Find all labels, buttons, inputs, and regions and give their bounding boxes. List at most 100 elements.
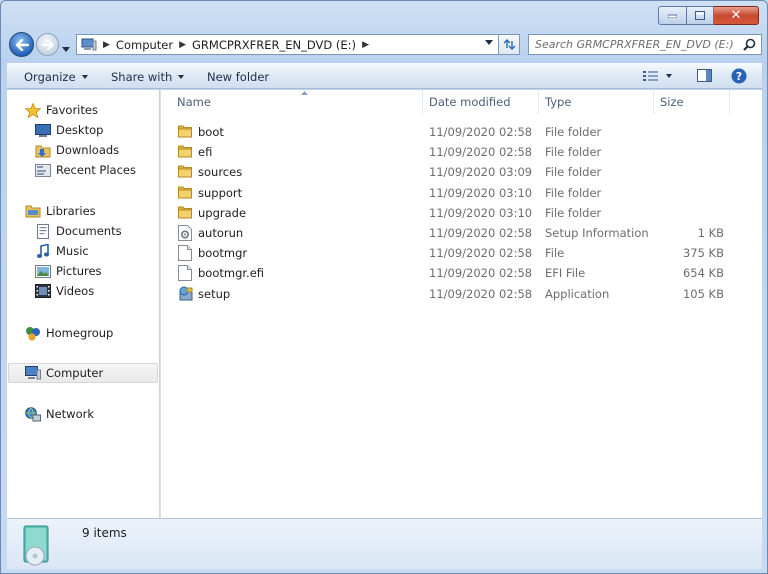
table-row[interactable]: sources 11/09/2020 03:09 File folder bbox=[161, 162, 761, 182]
back-button[interactable] bbox=[9, 32, 34, 57]
column-header-name[interactable]: Name bbox=[171, 90, 423, 114]
nav-videos[interactable]: Videos bbox=[35, 282, 94, 300]
preview-pane-button[interactable] bbox=[697, 69, 712, 82]
column-header-size-label: Size bbox=[660, 95, 684, 109]
blank-file-icon bbox=[178, 265, 192, 284]
column-header-date-modified[interactable]: Date modified bbox=[423, 90, 539, 114]
maximize-button[interactable] bbox=[687, 6, 714, 25]
nav-desktop[interactable]: Desktop bbox=[35, 121, 103, 139]
caption-buttons: ✕ bbox=[658, 6, 759, 25]
forward-arrow-icon bbox=[41, 39, 54, 50]
music-icon bbox=[36, 243, 50, 258]
column-header-type-label: Type bbox=[545, 95, 572, 109]
nav-videos-label: Videos bbox=[56, 284, 95, 298]
file-name: efi bbox=[198, 145, 213, 160]
folder-icon bbox=[178, 144, 192, 161]
organize-button[interactable]: Organize bbox=[24, 70, 88, 84]
table-row[interactable]: bootmgr.efi 11/09/2020 02:58 EFI File 654 K… bbox=[161, 263, 761, 283]
table-row[interactable]: support 11/09/2020 03:10 File folder bbox=[161, 183, 761, 203]
forward-button[interactable] bbox=[36, 33, 59, 56]
breadcrumb-separator-icon[interactable]: ▶ bbox=[179, 40, 186, 50]
nav-music[interactable]: Music bbox=[35, 242, 89, 260]
file-date-modified: 11/09/2020 03:09 bbox=[429, 165, 533, 180]
recent-places-icon bbox=[35, 164, 51, 177]
column-header-type[interactable]: Type bbox=[539, 90, 654, 114]
file-type: Setup Information bbox=[545, 226, 649, 240]
table-row[interactable]: boot 11/09/2020 02:58 File folder bbox=[161, 122, 761, 142]
breadcrumb-separator-icon[interactable]: ▶ bbox=[103, 40, 110, 50]
nav-documents[interactable]: Documents bbox=[35, 222, 122, 240]
setup-application-icon bbox=[178, 286, 194, 304]
file-type: File folder bbox=[545, 165, 602, 180]
new-folder-label: New folder bbox=[207, 70, 270, 84]
minimize-icon bbox=[668, 14, 677, 18]
table-row[interactable]: bootmgr 11/09/2020 02:58 File 375 KB bbox=[161, 243, 761, 263]
computer-icon bbox=[25, 366, 41, 380]
recent-pages-dropdown[interactable] bbox=[62, 41, 70, 55]
downloads-folder-icon bbox=[35, 145, 51, 157]
breadcrumb-drive[interactable]: GRMCPRXFRER_EN_DVD (E:) bbox=[192, 38, 356, 52]
address-bar[interactable]: ▶ Computer ▶ GRMCPRXFRER_EN_DVD (E:) ▶ bbox=[76, 34, 499, 55]
chevron-down-icon bbox=[178, 75, 185, 79]
nav-computer[interactable]: Computer bbox=[25, 364, 103, 382]
nav-computer-label: Computer bbox=[46, 366, 104, 380]
folder-icon bbox=[178, 205, 192, 222]
nav-network[interactable]: Network bbox=[25, 405, 94, 423]
nav-homegroup[interactable]: Homegroup bbox=[25, 324, 113, 342]
table-row[interactable]: upgrade 11/09/2020 03:10 File folder bbox=[161, 203, 761, 223]
search-icon[interactable] bbox=[743, 38, 756, 51]
chevron-down-icon bbox=[666, 73, 672, 78]
desktop-icon bbox=[35, 123, 51, 137]
breadcrumb-computer[interactable]: Computer bbox=[116, 38, 173, 52]
view-details-icon bbox=[643, 71, 658, 81]
breadcrumb-separator-icon[interactable]: ▶ bbox=[362, 40, 369, 50]
nav-network-label: Network bbox=[46, 407, 95, 421]
chevron-down-icon bbox=[81, 75, 88, 79]
minimize-button[interactable] bbox=[658, 6, 687, 25]
change-view-button[interactable] bbox=[643, 70, 672, 81]
nav-pictures[interactable]: Pictures bbox=[35, 262, 102, 280]
new-folder-button[interactable]: New folder bbox=[207, 70, 269, 84]
explorer-window: ✕ ▶ Computer ▶ GRMCPRXFRER_EN_DVD (E:) ▶… bbox=[0, 0, 768, 574]
help-icon: ? bbox=[731, 68, 747, 84]
help-button[interactable]: ? bbox=[731, 68, 747, 84]
column-header-name-label: Name bbox=[177, 95, 211, 109]
star-icon bbox=[25, 102, 41, 118]
chevron-down-icon bbox=[62, 47, 70, 52]
refresh-icon bbox=[503, 39, 515, 50]
share-with-button[interactable]: Share with bbox=[111, 70, 185, 84]
navigation-pane: Favorites Desktop Downloads Recent Place… bbox=[7, 90, 159, 518]
file-date-modified: 11/09/2020 02:58 bbox=[429, 145, 533, 160]
nav-libraries[interactable]: Libraries bbox=[25, 202, 96, 220]
nav-desktop-label: Desktop bbox=[56, 123, 104, 137]
file-date-modified: 11/09/2020 02:58 bbox=[429, 125, 533, 139]
close-icon: ✕ bbox=[730, 8, 742, 23]
table-row[interactable]: setup 11/09/2020 02:58 Application 105 KB bbox=[161, 284, 761, 304]
file-name: bootmgr bbox=[198, 246, 248, 261]
documents-icon bbox=[37, 223, 49, 239]
file-name: setup bbox=[198, 286, 231, 301]
refresh-button[interactable] bbox=[499, 34, 520, 55]
folder-icon bbox=[178, 124, 192, 141]
nav-recent-places[interactable]: Recent Places bbox=[35, 161, 136, 179]
back-arrow-icon bbox=[15, 38, 29, 51]
file-date-modified: 11/09/2020 03:10 bbox=[429, 185, 533, 200]
search-input[interactable] bbox=[535, 38, 740, 51]
file-date-modified: 11/09/2020 02:58 bbox=[429, 226, 533, 240]
nav-homegroup-label: Homegroup bbox=[46, 326, 114, 340]
nav-downloads[interactable]: Downloads bbox=[35, 141, 119, 159]
network-icon bbox=[25, 406, 41, 421]
videos-icon bbox=[35, 284, 51, 298]
table-row[interactable]: efi 11/09/2020 02:58 File folder bbox=[161, 142, 761, 162]
nav-music-label: Music bbox=[56, 244, 89, 258]
nav-downloads-label: Downloads bbox=[56, 143, 120, 157]
table-row[interactable]: autorun 11/09/2020 02:58 Setup Information… bbox=[161, 223, 761, 243]
search-box[interactable] bbox=[528, 34, 762, 55]
share-with-label: Share with bbox=[111, 70, 173, 84]
column-header-size[interactable]: Size bbox=[654, 90, 730, 114]
item-count: 9 items bbox=[82, 526, 127, 540]
nav-favorites[interactable]: Favorites bbox=[25, 101, 98, 119]
close-button[interactable]: ✕ bbox=[714, 6, 759, 25]
address-dropdown-icon[interactable] bbox=[485, 40, 493, 45]
file-date-modified: 11/09/2020 02:58 bbox=[429, 266, 533, 281]
